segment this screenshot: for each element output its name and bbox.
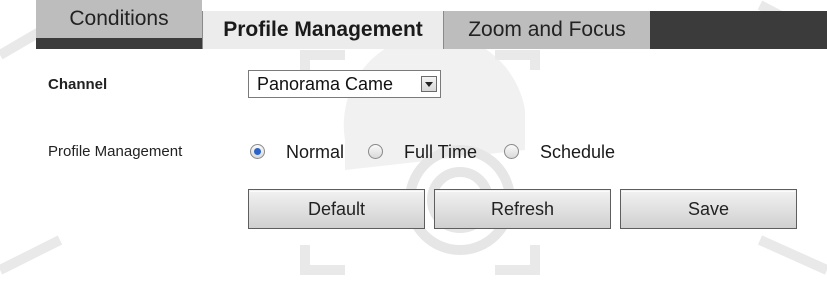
radio-schedule[interactable]	[504, 144, 519, 159]
save-button[interactable]: Save	[620, 189, 797, 229]
tab-profile-management[interactable]: Profile Management	[203, 11, 443, 49]
settings-panel: Conditions Profile Management Zoom and F…	[0, 0, 827, 284]
channel-select[interactable]: Panorama Came	[248, 70, 441, 98]
radio-schedule-label[interactable]: Schedule	[540, 142, 615, 163]
tab-conditions[interactable]: Conditions	[36, 0, 202, 38]
radio-full-time[interactable]	[368, 144, 383, 159]
refresh-button[interactable]: Refresh	[434, 189, 611, 229]
radio-normal[interactable]	[250, 144, 265, 159]
radio-normal-label[interactable]: Normal	[286, 142, 344, 163]
radio-full-time-label[interactable]: Full Time	[404, 142, 477, 163]
channel-select-value: Panorama Came	[257, 74, 394, 94]
default-button[interactable]: Default	[248, 189, 425, 229]
profile-mode-radio-group: Normal Full Time Schedule	[0, 142, 827, 166]
channel-label: Channel	[48, 76, 108, 93]
chevron-down-icon[interactable]	[421, 76, 437, 92]
tab-zoom-and-focus[interactable]: Zoom and Focus	[444, 11, 650, 49]
